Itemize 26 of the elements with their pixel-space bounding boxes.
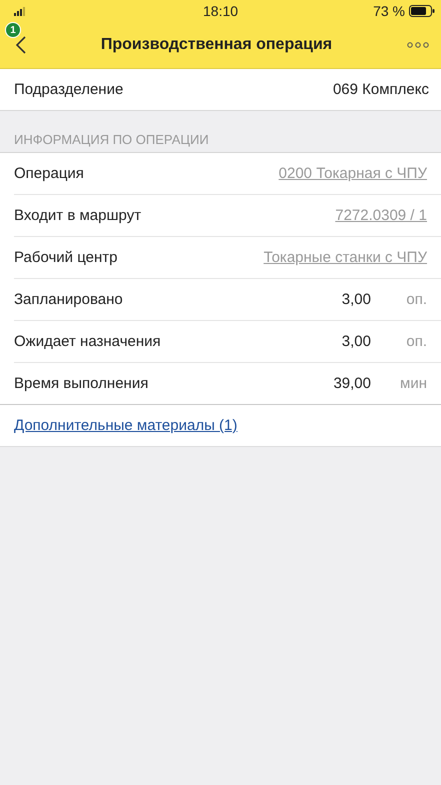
field-label: Операция [14, 165, 84, 182]
signal-icon [14, 6, 28, 16]
field-label: Запланировано [14, 291, 123, 308]
field-value: 3,00 [340, 291, 371, 308]
field-label: Входит в маршрут [14, 207, 142, 224]
field-value: 39,00 [332, 375, 371, 392]
field-value: 069 Комплекс [332, 81, 429, 98]
field-label: Рабочий центр [14, 249, 118, 266]
back-icon[interactable] [16, 36, 26, 54]
field-link[interactable]: 7272.0309 / 1 [335, 207, 427, 224]
field-link[interactable]: Токарные станки с ЧПУ [264, 249, 427, 266]
status-time: 18:10 [203, 3, 238, 19]
unit-label: оп. [405, 333, 427, 350]
unit-label: мин [399, 375, 427, 392]
page-title: Производственная операция [100, 36, 334, 54]
field-link[interactable]: 0200 Токарная с ЧПУ [278, 165, 427, 182]
section-title: ИНФОРМАЦИЯ ПО ОПЕРАЦИИ [14, 132, 209, 147]
field-value: 3,00 [340, 333, 371, 350]
notification-badge: 1 [5, 22, 21, 38]
field-label: Ожидает назначения [14, 333, 161, 350]
field-label: Время выполнения [14, 375, 148, 392]
more-icon[interactable] [407, 42, 429, 48]
battery-icon [409, 5, 435, 17]
unit-label: оп. [405, 291, 427, 308]
battery-percent: 73 % [373, 3, 405, 19]
field-label: Подразделение [14, 81, 124, 98]
